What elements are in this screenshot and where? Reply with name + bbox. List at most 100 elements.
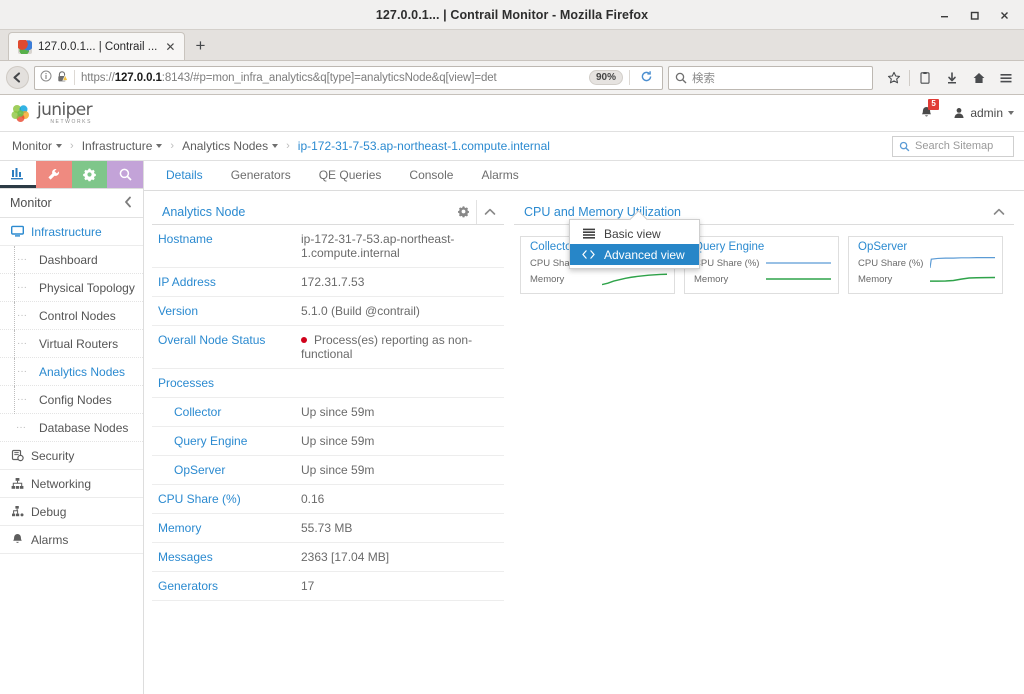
notifications-button[interactable]: 5 xyxy=(920,99,939,120)
row-key: Generators xyxy=(152,571,295,601)
table-row: OpServer Up since 59m xyxy=(152,455,504,485)
utilization-card-opserver[interactable]: OpServer CPU Share (%) Memory xyxy=(848,236,1003,294)
cpu-share-label: CPU Share (%) xyxy=(858,257,924,269)
status-dot-icon xyxy=(301,337,307,343)
info-icon[interactable] xyxy=(40,70,52,85)
cpu-share-label: CPU Share (%) xyxy=(694,257,760,269)
zoom-level-indicator[interactable]: 90% xyxy=(588,70,623,85)
sidebar-item-alarms[interactable]: Alarms xyxy=(0,526,143,554)
row-key: OpServer xyxy=(152,455,295,485)
sidebar-icon-settings[interactable] xyxy=(71,161,108,188)
download-arrow-icon[interactable] xyxy=(940,66,964,90)
user-name: admin xyxy=(970,106,1003,120)
sidebar-item-debug[interactable]: Debug xyxy=(0,498,143,526)
browser-tab[interactable]: 127.0.0.1... | Contrail ... ✕ xyxy=(8,32,186,60)
browser-search-bar[interactable]: 検索 xyxy=(668,65,873,90)
tab-console[interactable]: Console xyxy=(395,161,467,190)
tree-branch-icon: ··· xyxy=(14,385,36,414)
contrail-app: juniper NETWORKS 5 admin Monitor › Infra… xyxy=(0,95,1024,694)
sidebar-icon-monitor[interactable] xyxy=(0,161,36,188)
library-icon[interactable] xyxy=(913,66,937,90)
sidebar-item-dashboard[interactable]: ··· Dashboard xyxy=(0,245,143,274)
utilization-card-query-engine[interactable]: Query Engine CPU Share (%) Memory xyxy=(684,236,839,294)
sidebar-item-security[interactable]: Security xyxy=(0,442,143,470)
breadcrumb-item-infrastructure[interactable]: Infrastructure xyxy=(82,139,163,153)
status-text: Process(es) reporting as non-functional xyxy=(301,333,473,361)
row-key: CPU Share (%) xyxy=(152,484,295,514)
row-value: 172.31.7.53 xyxy=(295,267,504,297)
tab-close-icon[interactable]: ✕ xyxy=(163,41,177,53)
url-text: https://127.0.0.1:8143/#p=mon_infra_anal… xyxy=(81,71,497,84)
sidebar-item-label: Config Nodes xyxy=(39,392,112,407)
tab-generators[interactable]: Generators xyxy=(217,161,305,190)
sidebar-item-database-nodes[interactable]: ··· Database Nodes xyxy=(0,414,143,442)
sidebar-item-virtual-routers[interactable]: ··· Virtual Routers xyxy=(0,329,143,358)
table-row: IP Address 172.31.7.53 xyxy=(152,267,504,297)
chevron-up-icon[interactable] xyxy=(476,199,502,224)
address-bar[interactable]: https://127.0.0.1:8143/#p=mon_infra_anal… xyxy=(34,65,663,90)
dropdown-item-advanced-view[interactable]: Advanced view xyxy=(570,244,699,265)
row-value-status: Process(es) reporting as non-functional xyxy=(295,325,504,369)
wrench-icon xyxy=(48,169,60,180)
back-arrow-icon[interactable] xyxy=(6,66,29,89)
sidebar-item-control-nodes[interactable]: ··· Control Nodes xyxy=(0,301,143,330)
breadcrumb-item-monitor[interactable]: Monitor xyxy=(12,139,63,153)
juniper-logo-text: juniper NETWORKS xyxy=(37,101,93,125)
juniper-logo[interactable]: juniper NETWORKS xyxy=(10,101,93,125)
reload-icon[interactable] xyxy=(636,70,657,86)
table-row: Overall Node Status Process(es) reportin… xyxy=(152,325,504,369)
monitor-icon xyxy=(11,167,24,179)
user-menu[interactable]: admin xyxy=(953,106,1014,120)
chevron-down-icon xyxy=(1008,111,1014,115)
close-button[interactable] xyxy=(990,3,1018,27)
cpu-sparkline xyxy=(766,256,831,270)
sidebar-item-label: Dashboard xyxy=(39,252,98,267)
lock-warning-icon[interactable] xyxy=(56,70,69,86)
tab-details[interactable]: Details xyxy=(152,161,217,190)
browser-navbar: https://127.0.0.1:8143/#p=mon_infra_anal… xyxy=(0,61,1024,95)
gear-icon[interactable] xyxy=(450,200,476,224)
row-value: 5.1.0 (Build @contrail) xyxy=(295,296,504,326)
sidebar-icon-configure[interactable] xyxy=(35,161,72,188)
breadcrumb-item-node[interactable]: ip-172-31-7-53.ap-northeast-1.compute.in… xyxy=(298,139,550,153)
chevron-up-icon[interactable] xyxy=(986,200,1012,224)
row-key: Hostname xyxy=(152,225,295,268)
new-tab-button[interactable]: + xyxy=(185,32,215,60)
row-key: Version xyxy=(152,296,295,326)
sidebar-item-physical-topology[interactable]: ··· Physical Topology xyxy=(0,273,143,302)
card-memory-row: Memory xyxy=(694,271,831,287)
maximize-button[interactable] xyxy=(960,3,988,27)
view-dropdown-menu[interactable]: Basic view Advanced view xyxy=(569,219,700,269)
tab-alarms[interactable]: Alarms xyxy=(467,161,532,190)
star-icon[interactable] xyxy=(882,66,906,90)
main-content: Details Generators QE Queries Console Al… xyxy=(144,161,1024,694)
minimize-button[interactable] xyxy=(930,3,958,27)
app-body: Monitor Infrastructure ··· Dashboard ···… xyxy=(0,161,1024,694)
hamburger-menu-icon[interactable] xyxy=(994,66,1018,90)
sidebar-collapse-icon[interactable] xyxy=(123,196,133,211)
sidebar-icon-row xyxy=(0,161,143,189)
row-key: Messages xyxy=(152,542,295,572)
sidebar-item-networking[interactable]: Networking xyxy=(0,470,143,498)
sidebar-icon-query[interactable] xyxy=(107,161,143,188)
sitemap-search-input[interactable]: Search Sitemap xyxy=(892,135,1014,157)
tree-branch-icon: ··· xyxy=(16,422,26,433)
dropdown-item-basic-view[interactable]: Basic view xyxy=(570,223,699,244)
breadcrumb-item-analytics-nodes[interactable]: Analytics Nodes xyxy=(182,139,279,153)
table-row: Generators 17 xyxy=(152,571,504,601)
tree-branch-icon: ··· xyxy=(14,273,36,302)
sidebar-item-config-nodes[interactable]: ··· Config Nodes xyxy=(0,385,143,414)
tree-branch-icon: ··· xyxy=(14,301,36,330)
row-value: 55.73 MB xyxy=(295,513,504,543)
card-memory-row: Memory xyxy=(530,271,667,287)
memory-label: Memory xyxy=(530,273,565,285)
sidebar-item-analytics-nodes[interactable]: ··· Analytics Nodes xyxy=(0,357,143,386)
row-value: ip-172-31-7-53.ap-northeast-1.compute.in… xyxy=(295,225,504,268)
home-icon[interactable] xyxy=(967,66,991,90)
tab-qe-queries[interactable]: QE Queries xyxy=(305,161,396,190)
breadcrumb-label: Infrastructure xyxy=(81,139,153,153)
browser-toolbar-icons xyxy=(878,66,1018,90)
browser-search-placeholder: 検索 xyxy=(692,72,715,85)
sidebar-item-infrastructure[interactable]: Infrastructure xyxy=(0,218,143,246)
urlbar-divider-2 xyxy=(629,70,630,85)
